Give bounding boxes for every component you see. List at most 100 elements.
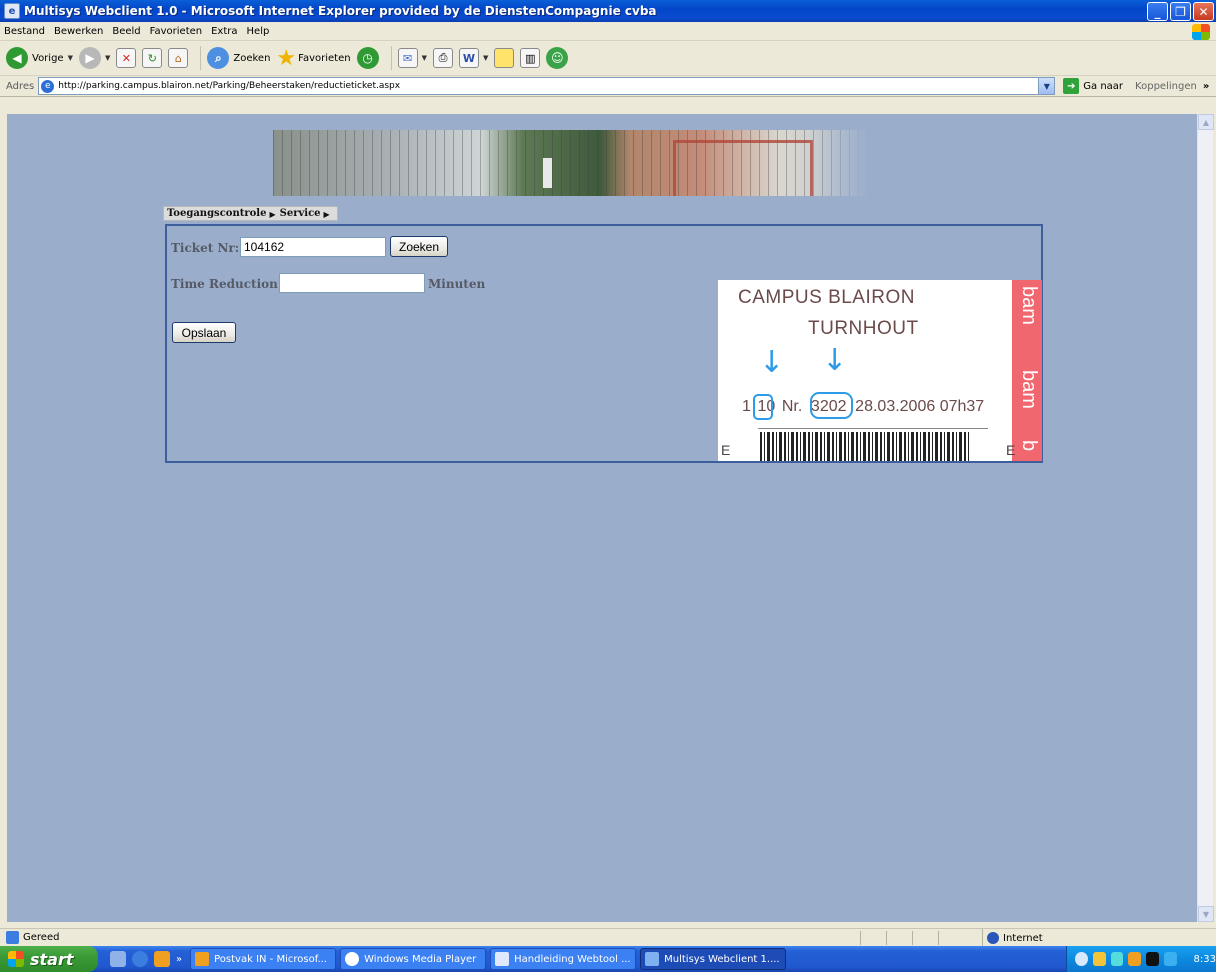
history-icon: ◷: [356, 47, 379, 69]
history-button[interactable]: ◷: [356, 47, 379, 69]
scroll-down-icon[interactable]: ▼: [1198, 906, 1214, 922]
status-text: Gereed: [23, 932, 60, 943]
notes-icon: [494, 48, 515, 68]
back-button[interactable]: ◀ Vorige ▼: [6, 47, 73, 69]
barcode: [760, 432, 970, 461]
mail-button[interactable]: ✉ ▼: [397, 48, 427, 68]
forward-button[interactable]: ▶ ▼: [78, 47, 110, 69]
address-bar: Adres e http://parking.campus.blairon.ne…: [0, 76, 1216, 97]
zoeken-button[interactable]: Zoeken: [390, 236, 448, 257]
outlook-icon: [195, 952, 210, 966]
menu-bewerken[interactable]: Bewerken: [54, 26, 103, 37]
word-dropdown-icon[interactable]: ▼: [483, 54, 488, 62]
show-desktop-icon[interactable]: [110, 951, 126, 967]
quicklaunch-chevron-icon[interactable]: »: [176, 954, 182, 965]
toolbar-separator: [200, 46, 202, 70]
tray-shield-icon[interactable]: [1092, 952, 1106, 966]
toolbar-separator-2: [390, 46, 392, 70]
minuten-label: Minuten: [428, 277, 486, 291]
address-dropdown-icon[interactable]: ▼: [1038, 78, 1055, 94]
favorites-star-icon: ★: [276, 45, 297, 71]
arrow-down-icon: ↓: [822, 343, 848, 378]
task-outlook[interactable]: Postvak IN - Microsof...: [190, 948, 337, 970]
ie-quicklaunch-icon[interactable]: [132, 951, 148, 967]
start-label: start: [30, 949, 74, 969]
scroll-up-icon[interactable]: ▲: [1198, 114, 1214, 130]
banner-red-gate: [673, 140, 813, 196]
links-chevron-icon[interactable]: »: [1203, 81, 1209, 92]
close-button[interactable]: ✕: [1193, 2, 1214, 21]
mail-icon: ✉: [397, 48, 418, 68]
ticket-nr-input[interactable]: [240, 237, 386, 257]
breadcrumb-arrow-icon: ▶: [269, 208, 276, 219]
go-button[interactable]: ➔ Ga naar: [1063, 78, 1123, 94]
research-button[interactable]: ▥: [520, 48, 541, 68]
ticket-campus-text: CAMPUS BLAIRON: [738, 287, 915, 308]
refresh-button[interactable]: ↻: [142, 48, 163, 68]
notes-button[interactable]: [494, 48, 515, 68]
tray-network-icon[interactable]: [1110, 952, 1124, 966]
clock[interactable]: 8:33: [1194, 954, 1216, 965]
zone-text: Internet: [1003, 932, 1043, 944]
messenger-icon: ☺: [546, 47, 569, 69]
word-button[interactable]: W ▼: [458, 48, 488, 68]
time-reduction-label: Time Reduction:: [171, 277, 283, 291]
tray-app-icon[interactable]: [1163, 952, 1177, 966]
tray-monitor-icon[interactable]: [1146, 952, 1159, 966]
home-button[interactable]: ⌂: [168, 48, 189, 68]
ie-app-icon[interactable]: e: [4, 3, 20, 19]
forward-dropdown-icon[interactable]: ▼: [105, 54, 110, 62]
tray-arrow-icon[interactable]: [1075, 952, 1088, 966]
menu-extra[interactable]: Extra: [211, 26, 237, 37]
window-title-bar[interactable]: e Multisys Webclient 1.0 - Microsoft Int…: [0, 0, 1216, 22]
search-label: Zoeken: [233, 52, 271, 64]
ticket-example-image: bam bam b CAMPUS BLAIRON TURNHOUT ↓ ↓ 1 …: [718, 280, 1042, 461]
messenger-button[interactable]: ☺: [546, 47, 569, 69]
address-url[interactable]: http://parking.campus.blairon.net/Parkin…: [58, 81, 400, 91]
system-tray: 8:33: [1066, 946, 1216, 972]
start-button[interactable]: start: [0, 946, 98, 972]
stop-button[interactable]: ✕: [116, 48, 137, 68]
stripe-text-middle: bam: [1018, 370, 1040, 409]
back-dropdown-icon[interactable]: ▼: [68, 54, 73, 62]
search-button[interactable]: ⌕ Zoeken: [207, 47, 270, 69]
mail-dropdown-icon[interactable]: ▼: [422, 54, 427, 62]
outlook-quicklaunch-icon[interactable]: [154, 951, 170, 967]
print-button[interactable]: ⎙: [432, 48, 453, 68]
task-multisys[interactable]: Multisys Webclient 1....: [640, 948, 787, 970]
address-label: Adres: [6, 80, 35, 92]
breadcrumb: Toegangscontrole ▶ Service ▶: [163, 206, 338, 221]
ticket-corner-right: E: [1006, 442, 1016, 458]
banner-gate-post: [543, 158, 552, 188]
ticket-nr-label: Ticket Nr:: [171, 241, 240, 255]
minimize-button[interactable]: _: [1147, 2, 1168, 21]
task-media-player[interactable]: Windows Media Player: [340, 948, 487, 970]
favorites-button[interactable]: ★ Favorieten: [276, 46, 350, 71]
breadcrumb-arrow-icon: ▶: [323, 208, 330, 219]
restore-button[interactable]: ❐: [1170, 2, 1191, 21]
time-reduction-input[interactable]: [279, 273, 425, 293]
go-label: Ga naar: [1083, 80, 1124, 92]
breadcrumb-toegangscontrole[interactable]: Toegangscontrole: [167, 208, 266, 219]
back-arrow-icon: ◀: [6, 47, 28, 69]
stripe-text-top: bam: [1018, 286, 1040, 325]
menu-favorieten[interactable]: Favorieten: [150, 26, 202, 37]
vertical-scrollbar[interactable]: ▲ ▼: [1197, 114, 1214, 922]
tray-outlook-icon[interactable]: [1128, 952, 1141, 966]
address-input[interactable]: e http://parking.campus.blairon.net/Park…: [38, 77, 1056, 95]
links-toolbar[interactable]: Koppelingen: [1135, 81, 1197, 92]
toolbar: ◀ Vorige ▼ ▶ ▼ ✕ ↻ ⌂ ⌕ Zoeken ★ Favoriet…: [0, 41, 1216, 76]
opslaan-button[interactable]: Opslaan: [172, 322, 236, 343]
print-icon: ⎙: [432, 48, 453, 68]
ie-task-icon: [645, 952, 660, 966]
menu-bestand[interactable]: Bestand: [4, 26, 45, 37]
task-word-doc[interactable]: Handleiding Webtool ...: [490, 948, 637, 970]
breadcrumb-service[interactable]: Service: [280, 208, 321, 219]
menu-bar: Bestand Bewerken Beeld Favorieten Extra …: [0, 22, 1216, 41]
internet-globe-icon: [987, 932, 999, 944]
research-icon: ▥: [520, 48, 541, 68]
status-bar: Gereed Internet: [0, 928, 1216, 947]
menu-help[interactable]: Help: [247, 26, 270, 37]
taskbar: start » Postvak IN - Microsof... Windows…: [0, 946, 1216, 972]
menu-beeld[interactable]: Beeld: [112, 26, 140, 37]
